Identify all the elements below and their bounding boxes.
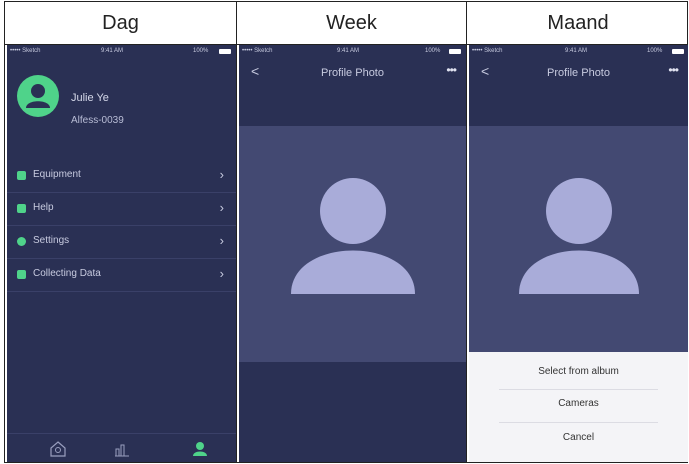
more-button[interactable]: •••: [668, 63, 679, 77]
more-button[interactable]: •••: [446, 63, 457, 77]
battery-icon: [672, 49, 684, 54]
page-title: Profile Photo: [321, 67, 384, 79]
menu-item-label: Settings: [33, 235, 70, 246]
column-divider: [466, 44, 467, 462]
header-day: Dag: [5, 2, 237, 44]
home-icon: [50, 441, 66, 457]
battery-icon: [449, 49, 461, 54]
user-icon: [26, 84, 50, 108]
action-sheet: Select from album Cameras Cancel: [469, 352, 688, 462]
user-name: Julie Ye: [71, 92, 109, 104]
chart-icon: [115, 444, 129, 457]
profile-menu-screen: ••••• Sketch 9:41 AM 100% Julie Ye Alfes…: [7, 45, 236, 462]
battery-label: 100%: [425, 48, 441, 54]
tab-profile[interactable]: [191, 440, 209, 458]
profile-photo[interactable]: [239, 126, 466, 362]
menu-item-collecting-data[interactable]: Collecting Data ›: [7, 259, 236, 292]
carrier-label: ••••• Sketch: [10, 48, 41, 54]
header-week: Week: [237, 2, 467, 44]
avatar[interactable]: [17, 75, 59, 117]
tab-home[interactable]: [49, 440, 67, 458]
user-icon: [193, 442, 207, 456]
profile-photo-screen: ••••• Sketch 9:41 AM 100% < Profile Phot…: [239, 45, 466, 462]
chevron-right-icon: ›: [219, 233, 224, 248]
avatar-placeholder-icon: [519, 178, 639, 294]
status-bar: ••••• Sketch 9:41 AM 100%: [7, 45, 236, 59]
equipment-icon: [17, 171, 26, 180]
cancel-button[interactable]: Cancel: [469, 432, 688, 443]
battery-label: 100%: [193, 48, 209, 54]
chevron-right-icon: ›: [219, 200, 224, 215]
select-album-button[interactable]: Select from album: [469, 366, 688, 377]
time-label: 9:41 AM: [565, 48, 588, 54]
tab-stats[interactable]: [113, 440, 131, 458]
menu-item-label: Collecting Data: [33, 268, 101, 279]
comparison-table: Dag Week Maand ••••• Sketch 9:41 AM 100%…: [4, 1, 688, 463]
header-month: Maand: [547, 11, 609, 34]
nav-bar: < Profile Photo •••: [239, 59, 466, 89]
page-title: Profile Photo: [547, 67, 610, 79]
data-icon: [17, 270, 26, 279]
nav-bar: < Profile Photo •••: [469, 59, 688, 89]
profile-photo[interactable]: [469, 126, 688, 352]
menu-item-label: Help: [33, 202, 54, 213]
help-icon: [17, 204, 26, 213]
column-divider: [236, 44, 237, 462]
carrier-label: ••••• Sketch: [472, 48, 503, 54]
sheet-divider: [499, 422, 658, 423]
time-label: 9:41 AM: [337, 48, 360, 54]
chevron-right-icon: ›: [219, 167, 224, 182]
photo-action-sheet-screen: ••••• Sketch 9:41 AM 100% < Profile Phot…: [469, 45, 688, 462]
menu-item-equipment[interactable]: Equipment ›: [7, 160, 236, 193]
menu-item-help[interactable]: Help ›: [7, 193, 236, 226]
battery-icon: [219, 49, 231, 54]
sheet-divider: [499, 389, 658, 390]
camera-button[interactable]: Cameras: [469, 398, 688, 409]
battery-label: 100%: [647, 48, 663, 54]
user-id: Alfess-0039: [71, 115, 124, 126]
chevron-right-icon: ›: [219, 266, 224, 281]
time-label: 9:41 AM: [101, 48, 124, 54]
settings-icon: [17, 237, 26, 246]
tab-bar: [7, 433, 236, 462]
menu-item-settings[interactable]: Settings ›: [7, 226, 236, 259]
status-bar: ••••• Sketch 9:41 AM 100%: [239, 45, 466, 59]
carrier-label: ••••• Sketch: [242, 48, 273, 54]
avatar-placeholder-icon: [291, 178, 415, 294]
menu-item-label: Equipment: [33, 169, 81, 180]
status-bar: ••••• Sketch 9:41 AM 100%: [469, 45, 688, 59]
